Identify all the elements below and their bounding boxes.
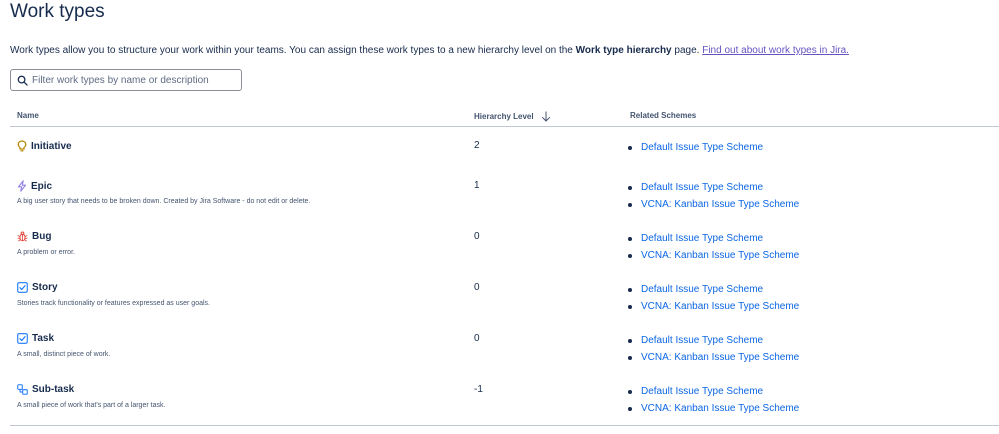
scheme-link[interactable]: VCNA: Kanban Issue Type Scheme <box>641 349 799 366</box>
hierarchy-level: -1 <box>474 384 483 395</box>
search-icon <box>17 75 28 86</box>
column-header-hierarchy[interactable]: Hierarchy Level <box>474 111 551 122</box>
work-type-name[interactable]: Initiative <box>17 140 72 152</box>
scheme-link[interactable]: Default Issue Type Scheme <box>641 230 763 247</box>
lightbulb-icon <box>17 140 27 152</box>
scheme-item: VCNA: Kanban Issue Type Scheme <box>628 400 799 417</box>
work-type-name[interactable]: Sub-task <box>17 384 74 395</box>
scheme-link[interactable]: Default Issue Type Scheme <box>641 332 763 349</box>
work-type-label: Sub-task <box>32 384 75 395</box>
bullet <box>628 338 632 343</box>
scheme-item: Default Issue Type Scheme <box>628 230 799 247</box>
page-description: Work types allow you to structure your w… <box>10 45 849 56</box>
task-checkbox-icon <box>17 333 28 344</box>
hierarchy-level: 1 <box>474 180 480 191</box>
scheme-link[interactable]: VCNA: Kanban Issue Type Scheme <box>641 400 799 417</box>
scheme-item: VCNA: Kanban Issue Type Scheme <box>628 349 799 366</box>
work-type-name[interactable]: Task <box>17 333 54 344</box>
work-type-description: A small piece of work that's part of a l… <box>17 402 166 409</box>
column-header-hierarchy-label: Hierarchy Level <box>474 112 534 121</box>
column-header-schemes-label: Related Schemes <box>630 111 697 120</box>
scheme-link[interactable]: VCNA: Kanban Issue Type Scheme <box>641 298 799 315</box>
search-box[interactable] <box>10 69 242 91</box>
intro-bold: Work type hierarchy <box>575 45 672 56</box>
hierarchy-level: 2 <box>474 140 480 151</box>
column-header-name-label: Name <box>17 111 39 120</box>
scheme-link[interactable]: VCNA: Kanban Issue Type Scheme <box>641 247 799 264</box>
hierarchy-level: 0 <box>474 333 480 344</box>
scheme-link[interactable]: VCNA: Kanban Issue Type Scheme <box>641 196 799 213</box>
story-icon <box>17 282 28 293</box>
related-schemes: Default Issue Type Scheme VCNA: Kanban I… <box>628 281 799 315</box>
learn-more-link[interactable]: Find out about work types in Jira. <box>702 45 849 56</box>
bullet <box>628 145 632 150</box>
intro-after: page. <box>671 45 703 56</box>
bullet <box>628 202 632 207</box>
hierarchy-level: 0 <box>474 231 480 242</box>
bullet <box>628 253 632 258</box>
bug-icon <box>17 231 28 242</box>
related-schemes: Default Issue Type Scheme VCNA: Kanban I… <box>628 332 799 366</box>
bullet <box>628 304 632 309</box>
work-type-description: A big user story that needs to be broken… <box>17 198 311 205</box>
table-bottom-divider <box>10 425 999 426</box>
related-schemes: Default Issue Type Scheme VCNA: Kanban I… <box>628 383 799 417</box>
scheme-item: Default Issue Type Scheme <box>628 281 799 298</box>
sort-arrow-down-icon[interactable] <box>541 111 551 122</box>
header-divider <box>10 126 999 127</box>
work-type-label: Epic <box>31 180 53 192</box>
scheme-link[interactable]: Default Issue Type Scheme <box>641 383 763 400</box>
scheme-item: Default Issue Type Scheme <box>628 383 799 400</box>
hierarchy-level: 0 <box>474 282 480 293</box>
scheme-item: Default Issue Type Scheme <box>628 179 799 196</box>
bullet <box>628 355 632 360</box>
scheme-item: VCNA: Kanban Issue Type Scheme <box>628 196 799 213</box>
column-header-name[interactable]: Name <box>17 111 39 120</box>
scheme-item: VCNA: Kanban Issue Type Scheme <box>628 298 799 315</box>
work-type-name[interactable]: Epic <box>17 180 52 192</box>
page-title: Work types <box>10 1 105 22</box>
bullet <box>628 287 632 292</box>
work-type-description: Stories track functionality or features … <box>17 300 210 307</box>
lightning-icon <box>17 180 27 192</box>
bullet <box>628 389 632 394</box>
related-schemes: Default Issue Type Scheme VCNA: Kanban I… <box>628 179 799 213</box>
scheme-link[interactable]: Default Issue Type Scheme <box>641 281 763 298</box>
work-type-description: A small, distinct piece of work. <box>17 351 111 358</box>
subtask-icon <box>17 384 28 395</box>
scheme-link[interactable]: Default Issue Type Scheme <box>641 139 763 156</box>
bullet <box>628 185 632 190</box>
scheme-item: Default Issue Type Scheme <box>628 139 763 156</box>
bullet <box>628 236 632 241</box>
work-type-label: Initiative <box>31 140 72 152</box>
work-type-label: Story <box>32 282 58 293</box>
related-schemes: Default Issue Type Scheme VCNA: Kanban I… <box>628 230 799 264</box>
intro-text: Work types allow you to structure your w… <box>10 45 576 56</box>
column-header-schemes: Related Schemes <box>630 111 696 120</box>
work-type-name[interactable]: Story <box>17 282 58 293</box>
scheme-item: Default Issue Type Scheme <box>628 332 799 349</box>
work-type-label: Bug <box>32 231 52 242</box>
work-type-description: A problem or error. <box>17 249 75 256</box>
scheme-item: VCNA: Kanban Issue Type Scheme <box>628 247 799 264</box>
scheme-link[interactable]: Default Issue Type Scheme <box>641 179 763 196</box>
bullet <box>628 406 632 411</box>
work-type-label: Task <box>32 333 55 344</box>
work-type-name[interactable]: Bug <box>17 231 51 242</box>
search-input[interactable] <box>28 74 232 86</box>
related-schemes: Default Issue Type Scheme <box>628 139 763 156</box>
